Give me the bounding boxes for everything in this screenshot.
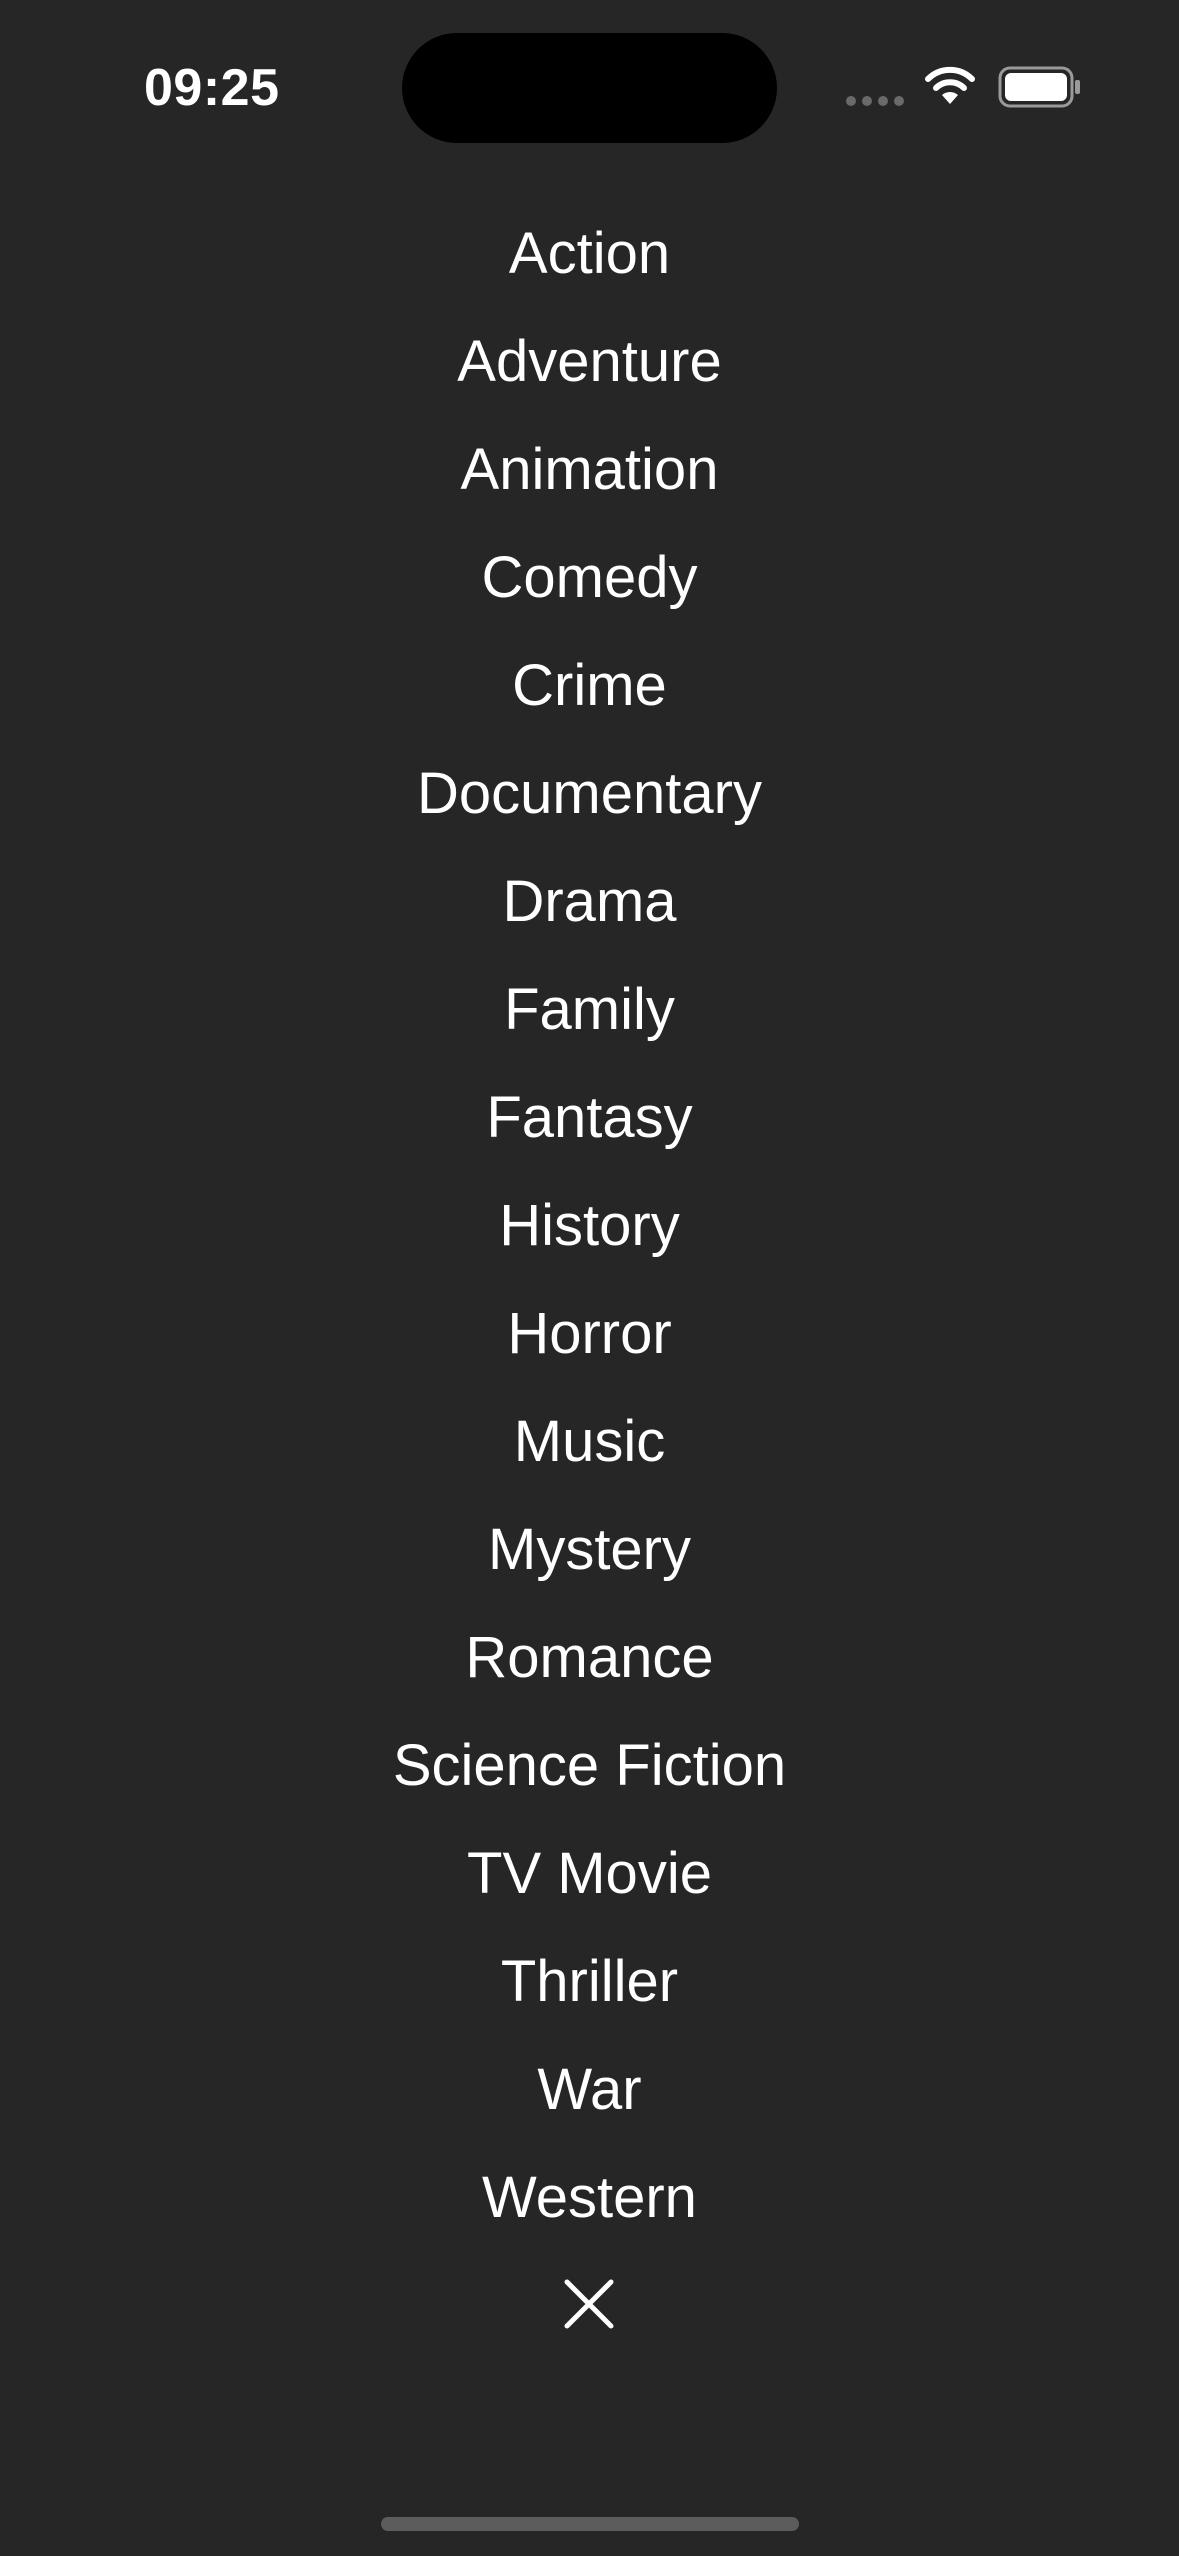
- genre-item-science-fiction[interactable]: Science Fiction: [0, 1712, 1179, 1820]
- signal-icon: [846, 96, 904, 106]
- genre-item-action[interactable]: Action: [0, 200, 1179, 308]
- close-button[interactable]: [549, 2264, 629, 2344]
- wifi-icon: [925, 66, 975, 104]
- genre-item-history[interactable]: History: [0, 1172, 1179, 1280]
- genre-list: Action Adventure Animation Comedy Crime Docum…: [0, 200, 1179, 2252]
- genre-item-romance[interactable]: Romance: [0, 1604, 1179, 1712]
- genre-item-fantasy[interactable]: Fantasy: [0, 1064, 1179, 1172]
- genre-item-horror[interactable]: Horror: [0, 1280, 1179, 1388]
- home-indicator[interactable]: [381, 2517, 799, 2531]
- genre-item-thriller[interactable]: Thriller: [0, 1928, 1179, 2036]
- close-icon: [564, 2279, 614, 2329]
- genre-item-family[interactable]: Family: [0, 956, 1179, 1064]
- genre-item-tv-movie[interactable]: TV Movie: [0, 1820, 1179, 1928]
- dynamic-island: [402, 33, 777, 143]
- genre-item-comedy[interactable]: Comedy: [0, 524, 1179, 632]
- genre-item-mystery[interactable]: Mystery: [0, 1496, 1179, 1604]
- status-time: 09:25: [144, 59, 280, 117]
- genre-item-war[interactable]: War: [0, 2036, 1179, 2144]
- genre-item-documentary[interactable]: Documentary: [0, 740, 1179, 848]
- genre-item-western[interactable]: Western: [0, 2144, 1179, 2252]
- genre-item-crime[interactable]: Crime: [0, 632, 1179, 740]
- status-bar: 09:25: [0, 0, 1179, 170]
- genre-item-drama[interactable]: Drama: [0, 848, 1179, 956]
- genre-item-adventure[interactable]: Adventure: [0, 308, 1179, 416]
- battery-icon: [998, 66, 1080, 108]
- genre-item-animation[interactable]: Animation: [0, 416, 1179, 524]
- genre-item-music[interactable]: Music: [0, 1388, 1179, 1496]
